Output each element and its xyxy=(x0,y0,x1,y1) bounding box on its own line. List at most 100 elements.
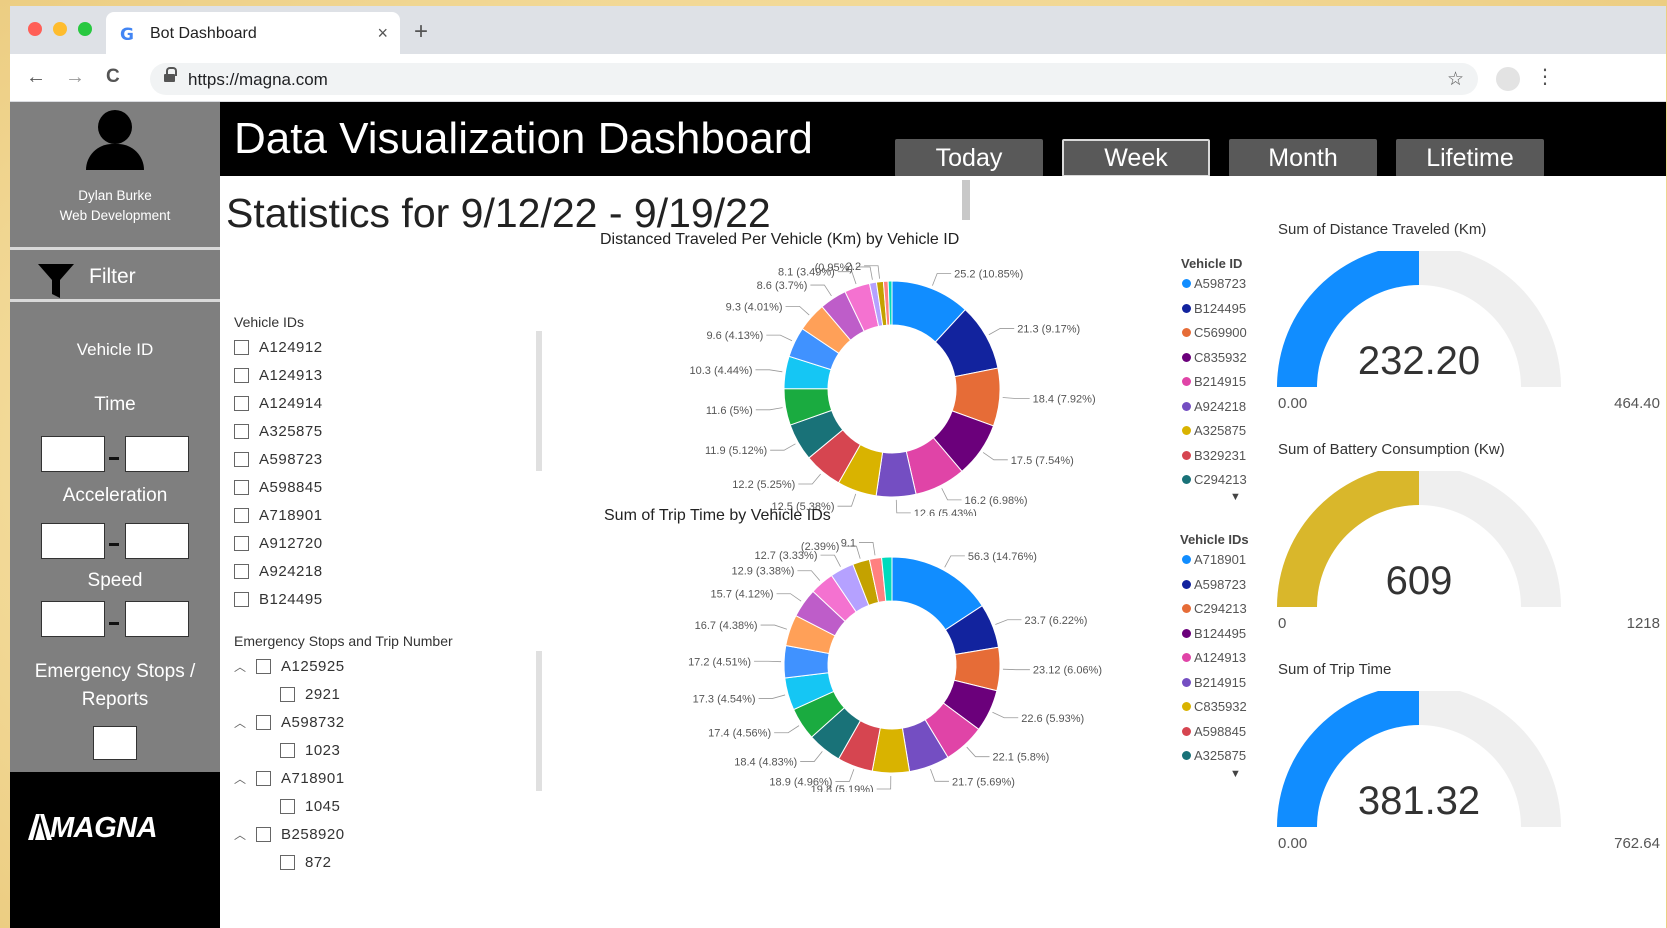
checkbox[interactable] xyxy=(234,395,249,411)
vehicle-id-option[interactable]: A325875 xyxy=(234,420,323,442)
forward-button[interactable]: → xyxy=(65,66,85,89)
acceleration-to-input[interactable] xyxy=(125,523,189,559)
chevron-up-icon[interactable]: ︿ xyxy=(234,658,246,675)
close-window-button[interactable] xyxy=(28,22,42,36)
chevron-up-icon[interactable]: ︿ xyxy=(234,714,246,731)
legend-item[interactable]: C569900 xyxy=(1182,325,1247,340)
vehicle-id-option[interactable]: A124914 xyxy=(234,392,323,414)
checkbox[interactable] xyxy=(234,563,249,579)
vehicle-id-option[interactable]: A912720 xyxy=(234,532,323,554)
legend-item[interactable]: C294213 xyxy=(1182,601,1247,616)
legend-item[interactable]: C835932 xyxy=(1182,699,1247,714)
checkbox[interactable] xyxy=(280,742,295,758)
new-tab-button[interactable]: + xyxy=(414,18,428,46)
address-bar[interactable]: https://magna.com ☆ xyxy=(150,63,1478,95)
browser-tab[interactable]: G Bot Dashboard × xyxy=(106,12,400,54)
checkbox[interactable] xyxy=(280,798,295,814)
url-text[interactable]: https://magna.com xyxy=(188,70,328,90)
checkbox[interactable] xyxy=(256,714,272,730)
speed-from-input[interactable] xyxy=(41,601,105,637)
emergency-group-row[interactable]: ︿ A718901 xyxy=(234,767,345,789)
tab-close-button[interactable]: × xyxy=(377,23,388,44)
vehicle-id-filter[interactable]: Vehicle ID xyxy=(10,340,220,360)
legend-item[interactable]: B124495 xyxy=(1182,301,1246,316)
data-label: 18.4 (7.92%) xyxy=(1033,394,1096,406)
vehicle-id-label: B124495 xyxy=(259,590,323,608)
acceleration-from-input[interactable] xyxy=(41,523,105,559)
emergency-group-row[interactable]: ︿ A125925 xyxy=(234,655,345,677)
emergency-input[interactable] xyxy=(93,726,137,760)
trip-legend-more-icon[interactable]: ▼ xyxy=(1230,768,1241,780)
checkbox[interactable] xyxy=(234,535,249,551)
chevron-up-icon[interactable]: ︿ xyxy=(234,770,246,787)
emergency-group-row[interactable]: ︿ B258920 xyxy=(234,823,345,845)
maximize-window-button[interactable] xyxy=(78,22,92,36)
checkbox[interactable] xyxy=(234,591,249,607)
checkbox[interactable] xyxy=(280,686,295,702)
legend-item[interactable]: B214915 xyxy=(1182,675,1246,690)
distance-legend-more-icon[interactable]: ▼ xyxy=(1230,491,1241,503)
leader-line xyxy=(820,554,841,567)
vehicle-id-option[interactable]: A598723 xyxy=(234,448,323,470)
chevron-up-icon[interactable]: ︿ xyxy=(234,826,246,843)
lifetime-button[interactable]: Lifetime xyxy=(1396,139,1544,177)
legend-item[interactable]: A718901 xyxy=(1182,552,1246,567)
checkbox[interactable] xyxy=(234,367,249,383)
legend-item[interactable]: C835932 xyxy=(1182,350,1247,365)
speed-to-input[interactable] xyxy=(125,601,189,637)
checkbox[interactable] xyxy=(280,854,295,870)
checkbox[interactable] xyxy=(256,826,272,842)
data-label: 23.12 (6.06%) xyxy=(1033,665,1102,677)
vehicle-id-option[interactable]: A124913 xyxy=(234,364,323,386)
profile-avatar[interactable] xyxy=(1496,67,1520,91)
checkbox[interactable] xyxy=(234,479,249,495)
emergency-scrollbar[interactable] xyxy=(536,651,542,791)
legend-item[interactable]: A598723 xyxy=(1182,577,1246,592)
time-to-input[interactable] xyxy=(125,436,189,472)
back-button[interactable]: ← xyxy=(26,66,46,89)
emergency-trip-row[interactable]: 2921 xyxy=(280,683,340,705)
checkbox[interactable] xyxy=(256,658,272,674)
legend-item[interactable]: A124913 xyxy=(1182,650,1246,665)
bookmark-star-icon[interactable]: ☆ xyxy=(1447,68,1464,91)
reload-button[interactable]: C xyxy=(106,66,120,88)
vehicle-id-option[interactable]: A598845 xyxy=(234,476,323,498)
emergency-vehicle-id: A598732 xyxy=(281,713,345,731)
vehicle-id-option[interactable]: B124495 xyxy=(234,588,323,610)
checkbox[interactable] xyxy=(234,507,249,523)
checkbox[interactable] xyxy=(256,770,272,786)
leader-line xyxy=(930,768,949,782)
data-label: 12.6 (5.43%) xyxy=(914,508,977,516)
browser-menu-icon[interactable]: ⋮ xyxy=(1535,64,1555,89)
emergency-group-row[interactable]: ︿ A598732 xyxy=(234,711,345,733)
week-button[interactable]: Week xyxy=(1062,139,1210,177)
time-from-input[interactable] xyxy=(41,436,105,472)
legend-color-swatch xyxy=(1182,352,1191,362)
vehicle-id-option[interactable]: A124912 xyxy=(234,336,323,358)
dashboard-content: Statistics for 9/12/22 - 9/19/22 Vehicle… xyxy=(220,176,1666,928)
legend-item[interactable]: A325875 xyxy=(1182,748,1246,763)
vehicle-id-option[interactable]: A924218 xyxy=(234,560,323,582)
checkbox[interactable] xyxy=(234,451,249,467)
legend-item[interactable]: B214915 xyxy=(1182,374,1246,389)
emergency-trip-row[interactable]: 872 xyxy=(280,851,332,873)
vehicle-id-option[interactable]: A718901 xyxy=(234,504,323,526)
legend-item[interactable]: A924218 xyxy=(1182,399,1246,414)
leader-line xyxy=(776,593,802,602)
filter-header[interactable]: Filter xyxy=(10,252,220,298)
vehicle-ids-scrollbar[interactable] xyxy=(536,331,542,471)
legend-item[interactable]: C294213 xyxy=(1182,472,1247,487)
legend-item[interactable]: A325875 xyxy=(1182,423,1246,438)
legend-item[interactable]: A598723 xyxy=(1182,276,1246,291)
today-button[interactable]: Today xyxy=(895,139,1043,177)
month-button[interactable]: Month xyxy=(1229,139,1377,177)
legend-item[interactable]: B124495 xyxy=(1182,626,1246,641)
legend-item[interactable]: A598845 xyxy=(1182,724,1246,739)
checkbox[interactable] xyxy=(234,339,249,355)
emergency-trip-row[interactable]: 1045 xyxy=(280,795,340,817)
checkbox[interactable] xyxy=(234,423,249,439)
legend-item[interactable]: B329231 xyxy=(1182,448,1246,463)
emergency-trip-row[interactable]: 1023 xyxy=(280,739,340,761)
scroll-indicator[interactable] xyxy=(962,180,970,220)
minimize-window-button[interactable] xyxy=(53,22,67,36)
